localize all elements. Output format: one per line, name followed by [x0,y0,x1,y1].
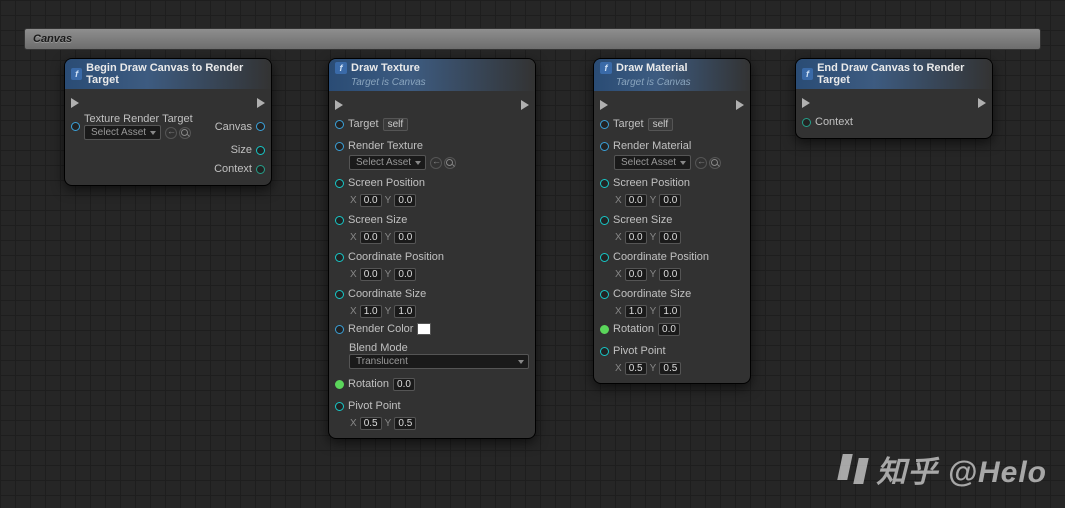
x-input[interactable]: 0.5 [360,417,382,430]
x-input[interactable]: 1.0 [625,305,647,318]
watermark: 知乎 @Helo [838,447,1047,492]
asset-browse-icon[interactable] [179,127,191,139]
node-draw-texture[interactable]: f Draw Texture Target is Canvas Target s… [328,58,536,439]
x-input[interactable]: 0.5 [625,362,647,375]
target-self-tag[interactable]: self [383,118,409,131]
x-input[interactable]: 1.0 [360,305,382,318]
output-pin-context[interactable] [256,165,265,174]
input-pin-screen-position[interactable] [335,179,344,188]
node-subtitle: Target is Canvas [594,77,750,91]
function-icon: f [600,62,612,74]
exec-out-pin[interactable] [736,100,744,110]
exec-in-pin[interactable] [71,98,79,108]
x-input[interactable]: 0.0 [360,194,382,207]
asset-dropdown[interactable]: Select Asset [349,155,426,170]
x-input[interactable]: 0.0 [625,194,647,207]
asset-browse-icon[interactable] [444,157,456,169]
output-pin-canvas[interactable] [256,122,265,131]
node-draw-material[interactable]: f Draw Material Target is Canvas Target … [593,58,751,384]
x-input[interactable]: 0.0 [625,231,647,244]
y-input[interactable]: 0.0 [659,268,681,281]
input-pin-target[interactable] [335,120,344,129]
category-banner: Canvas [24,28,1041,50]
x-input[interactable]: 0.0 [360,268,382,281]
node-title: Draw Texture [351,62,420,74]
input-pin-render-material[interactable] [600,142,609,151]
y-input[interactable]: 0.0 [659,231,681,244]
input-label: Texture Render Target [84,113,193,125]
input-pin-target[interactable] [600,120,609,129]
y-input[interactable]: 1.0 [659,305,681,318]
input-pin-pivot-point[interactable] [335,402,344,411]
function-icon: f [71,68,82,80]
node-end-draw-canvas[interactable]: f End Draw Canvas to Render Target Conte… [795,58,993,139]
exec-in-pin[interactable] [802,98,810,108]
input-pin-coordinate-position[interactable] [335,253,344,262]
rotation-input[interactable]: 0.0 [393,378,415,391]
y-input[interactable]: 0.5 [394,417,416,430]
output-context-label: Context [214,163,252,175]
blend-mode-dropdown[interactable]: Translucent [349,354,529,369]
node-subtitle: Target is Canvas [329,77,535,91]
exec-out-pin[interactable] [521,100,529,110]
y-input[interactable]: 0.5 [659,362,681,375]
asset-browse-icon[interactable] [709,157,721,169]
input-pin-pivot-point[interactable] [600,347,609,356]
input-pin-rotation[interactable] [600,325,609,334]
node-header[interactable]: f Begin Draw Canvas to Render Target [65,59,271,89]
asset-dropdown[interactable]: Select Asset [614,155,691,170]
input-pin-coordinate-size[interactable] [335,290,344,299]
category-label: Canvas [33,33,72,45]
input-pin-screen-size[interactable] [600,216,609,225]
exec-out-pin[interactable] [257,98,265,108]
input-pin-render-color[interactable] [335,325,344,334]
node-header[interactable]: f Draw Texture [329,59,535,77]
watermark-text: 知乎 @Helo [876,447,1047,491]
exec-in-pin[interactable] [600,100,608,110]
asset-use-icon[interactable] [695,157,707,169]
zhihu-logo-icon [838,454,868,484]
y-input[interactable]: 1.0 [394,305,416,318]
asset-dropdown[interactable]: Select Asset [84,125,161,140]
input-pin-coordinate-position[interactable] [600,253,609,262]
function-icon: f [335,62,347,74]
input-pin-screen-position[interactable] [600,179,609,188]
asset-use-icon[interactable] [430,157,442,169]
input-pin-coordinate-size[interactable] [600,290,609,299]
exec-out-pin[interactable] [978,98,986,108]
function-icon: f [802,68,813,80]
node-begin-draw-canvas[interactable]: f Begin Draw Canvas to Render Target Tex… [64,58,272,186]
node-header[interactable]: f Draw Material [594,59,750,77]
node-title: End Draw Canvas to Render Target [817,62,986,86]
y-input[interactable]: 0.0 [394,268,416,281]
output-size-label: Size [231,144,252,156]
input-pin-screen-size[interactable] [335,216,344,225]
y-input[interactable]: 0.0 [394,194,416,207]
input-pin-rotation[interactable] [335,380,344,389]
input-pin-context[interactable] [802,118,811,127]
node-title: Begin Draw Canvas to Render Target [86,62,265,86]
input-pin-render-texture[interactable] [335,142,344,151]
node-header[interactable]: f End Draw Canvas to Render Target [796,59,992,89]
color-swatch[interactable] [417,323,431,335]
output-pin-size[interactable] [256,146,265,155]
exec-in-pin[interactable] [335,100,343,110]
y-input[interactable]: 0.0 [394,231,416,244]
target-self-tag[interactable]: self [648,118,674,131]
x-input[interactable]: 0.0 [625,268,647,281]
rotation-input[interactable]: 0.0 [658,323,680,336]
input-context-label: Context [815,116,853,128]
node-title: Draw Material [616,62,688,74]
y-input[interactable]: 0.0 [659,194,681,207]
output-canvas-label: Canvas [215,121,252,133]
asset-use-icon[interactable] [165,127,177,139]
input-pin-texture-render-target[interactable] [71,122,80,131]
x-input[interactable]: 0.0 [360,231,382,244]
